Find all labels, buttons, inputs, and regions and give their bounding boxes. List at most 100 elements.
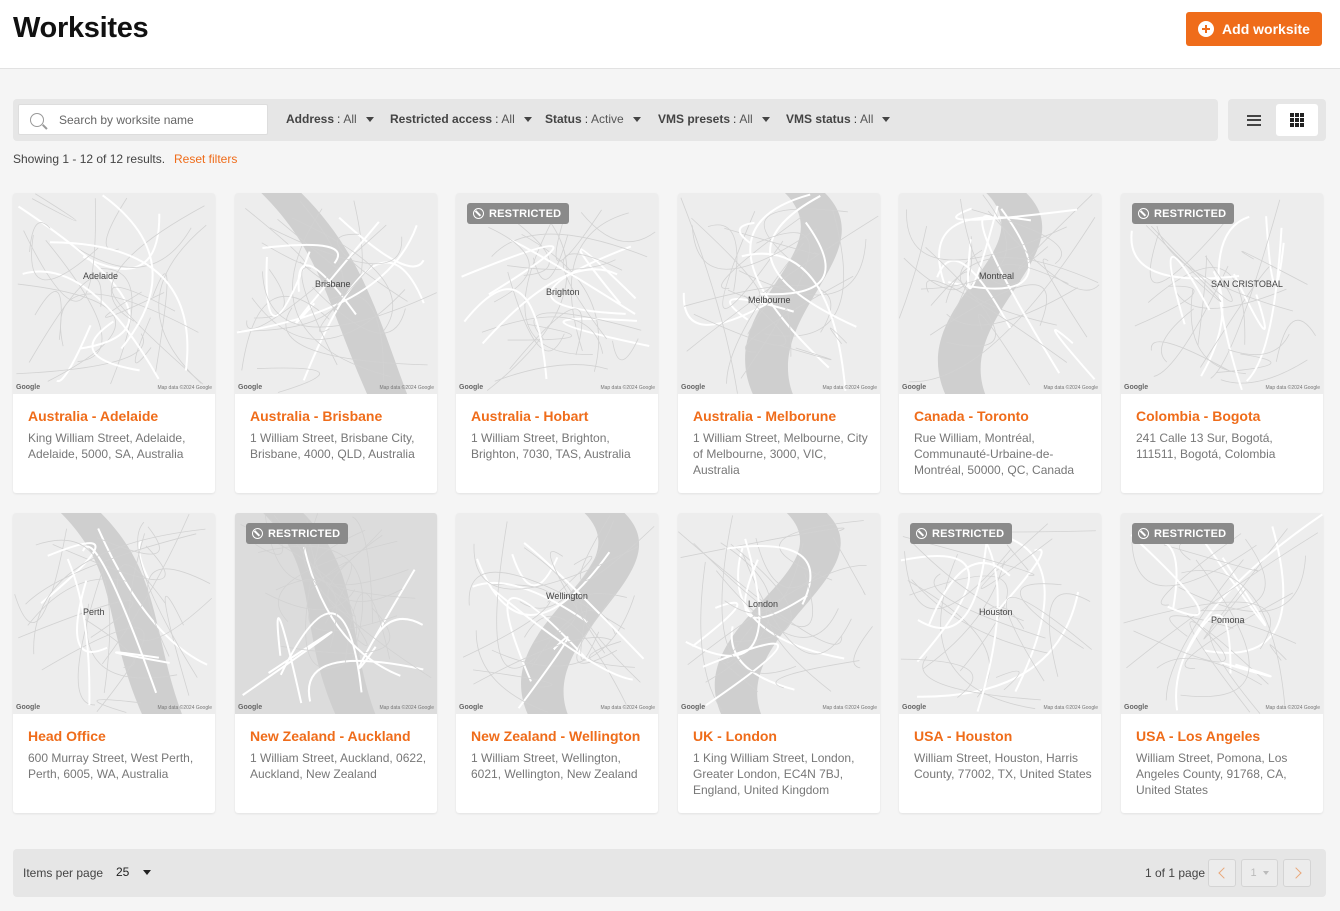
restricted-badge: RESTRICTED [910, 523, 1013, 544]
google-logo: Google [459, 384, 484, 391]
worksite-address: Rue William, Montréal, Communauté-Urbain… [914, 431, 1075, 477]
no-entry-icon [473, 208, 484, 219]
google-logo: Google [681, 704, 706, 711]
map-city-label: London [748, 599, 779, 609]
add-worksite-button[interactable]: Add worksite [1186, 12, 1322, 46]
pagination-bar: Items per page 25 1 of 1 page 1 [13, 849, 1326, 897]
next-page-button[interactable] [1283, 859, 1311, 887]
restricted-badge-label: RESTRICTED [489, 207, 562, 220]
restricted-badge: RESTRICTED [1132, 203, 1235, 224]
restricted-badge-label: RESTRICTED [268, 527, 341, 540]
map-city-label: Perth [83, 607, 105, 617]
reset-filters-link[interactable]: Reset filters [174, 152, 237, 166]
page-header: Worksites Add worksite [0, 0, 1340, 69]
grid-icon [1290, 113, 1304, 127]
worksite-name: USA - Houston [914, 728, 1013, 744]
worksite-map: Perth Google Map data ©2024 Google [13, 513, 215, 714]
restricted-badge-label: RESTRICTED [1154, 207, 1227, 220]
filter-restricted-access[interactable]: Restricted access: All [390, 112, 532, 126]
filter-label: Restricted access [390, 112, 493, 126]
worksite-map: Melbourne Google Map data ©2024 Google [678, 193, 880, 394]
worksite-name: Australia - Brisbane [250, 408, 383, 424]
search-input[interactable] [59, 112, 249, 127]
worksite-address: William Street, Houston, Harris County, … [914, 751, 1092, 781]
worksite-map: Wellington Google Map data ©2024 Google [456, 513, 658, 714]
caret-down-icon [523, 116, 532, 122]
map-city-label: Montreal [979, 271, 1015, 281]
caret-down-icon [632, 116, 641, 122]
worksite-name: Canada - Toronto [914, 408, 1029, 424]
caret-down-icon [1262, 871, 1269, 875]
chevron-left-icon [1217, 867, 1230, 879]
items-per-page-select[interactable]: 25 [116, 865, 152, 879]
worksite-name: USA - Los Angeles [1136, 728, 1261, 744]
worksite-address: 1 William Street, Auckland, 0622, Auckla… [250, 751, 427, 781]
worksite-card[interactable]: Adelaide Google Map data ©2024 Google Austr… [13, 193, 215, 493]
map-attribution: Map data ©2024 Google [157, 385, 212, 391]
caret-down-icon [761, 116, 770, 122]
map-attribution: Map data ©2024 Google [1265, 705, 1320, 711]
worksite-card[interactable]: Melbourne Google Map data ©2024 Google Aust… [678, 193, 880, 493]
grid-view-button[interactable] [1276, 104, 1318, 136]
previous-page-button[interactable] [1208, 859, 1236, 887]
page-select[interactable]: 1 [1241, 859, 1278, 887]
list-icon [1247, 114, 1261, 126]
worksite-address: 600 Murray Street, West Perth, Perth, 60… [28, 751, 194, 781]
google-logo: Google [902, 704, 927, 711]
worksite-card[interactable]: Montreal Google Map data ©2024 Google Canad… [899, 193, 1101, 493]
map-attribution: Map data ©2024 Google [600, 705, 655, 711]
no-entry-icon [916, 528, 927, 539]
worksite-address: 1 William Street, Wellington, 6021, Well… [471, 751, 638, 781]
map-city-label: Adelaide [83, 271, 119, 281]
worksite-card[interactable]: Perth Google Map data ©2024 Google Head Off… [13, 513, 215, 813]
worksite-card[interactable]: Brighton Google Map data ©2024 Google RESTR… [456, 193, 658, 493]
map-city-label: Melbourne [748, 295, 791, 305]
worksite-map: London Google Map data ©2024 Google [678, 513, 880, 714]
restricted-badge-label: RESTRICTED [1154, 527, 1227, 540]
worksite-card[interactable]: Wellington Google Map data ©2024 Google New… [456, 513, 658, 813]
map-city-label: Brisbane [315, 279, 351, 289]
google-logo: Google [16, 704, 41, 711]
search-icon [30, 112, 44, 127]
filter-value: All [501, 112, 515, 126]
caret-down-icon [143, 869, 152, 875]
map-attribution: Map data ©2024 Google [600, 385, 655, 391]
map-city-label: Brighton [546, 287, 580, 297]
caret-down-icon [882, 116, 891, 122]
worksite-card[interactable]: London Google Map data ©2024 Google UK - Lo… [678, 513, 880, 813]
map-attribution: Map data ©2024 Google [822, 385, 877, 391]
worksite-address: 1 William Street, Brighton, Brighton, 70… [471, 431, 631, 461]
list-view-button[interactable] [1233, 104, 1275, 136]
worksite-address: King William Street, Adelaide, Adelaide,… [28, 431, 186, 461]
filter-vms-presets[interactable]: VMS presets: All [658, 112, 770, 126]
worksite-card[interactable]: Google Map data ©2024 Google RESTRICTED New… [235, 513, 437, 813]
plus-circle-icon [1198, 21, 1215, 37]
no-entry-icon [1138, 528, 1149, 539]
worksite-name: Head Office [28, 728, 106, 744]
page-select-value: 1 [1250, 867, 1257, 879]
add-worksite-label: Add worksite [1222, 21, 1310, 37]
filter-bar: Address: All Restricted access: All Stat… [13, 99, 1218, 141]
filter-status[interactable]: Status: Active [545, 112, 641, 126]
restricted-badge: RESTRICTED [467, 203, 570, 224]
map-city-label: Houston [979, 607, 1013, 617]
worksite-map: Montreal Google Map data ©2024 Google [899, 193, 1101, 394]
worksite-map: Adelaide Google Map data ©2024 Google [13, 193, 215, 394]
caret-down-icon [365, 116, 374, 122]
filter-vms-status[interactable]: VMS status: All [786, 112, 891, 126]
worksite-address: 1 King William Street, London, Greater L… [693, 751, 855, 797]
worksite-card[interactable]: Brisbane Google Map data ©2024 Google Austr… [235, 193, 437, 493]
restricted-badge-label: RESTRICTED [932, 527, 1005, 540]
worksite-card[interactable]: Houston Google Map data ©2024 Google RESTRI… [899, 513, 1101, 813]
worksite-card[interactable]: SAN CRISTOBAL Google Map data ©2024 Google… [1121, 193, 1323, 493]
worksite-name: UK - London [693, 728, 777, 744]
filter-value: All [860, 112, 874, 126]
worksite-name: Colombia - Bogota [1136, 408, 1261, 424]
worksite-name: New Zealand - Auckland [250, 728, 411, 744]
worksite-card[interactable]: Pomona Google Map data ©2024 Google RESTRIC… [1121, 513, 1323, 813]
google-logo: Google [902, 384, 927, 391]
filter-address[interactable]: Address: All [286, 112, 374, 126]
search-box [18, 104, 268, 135]
google-logo: Google [1124, 384, 1149, 391]
items-per-page-value: 25 [116, 865, 130, 879]
